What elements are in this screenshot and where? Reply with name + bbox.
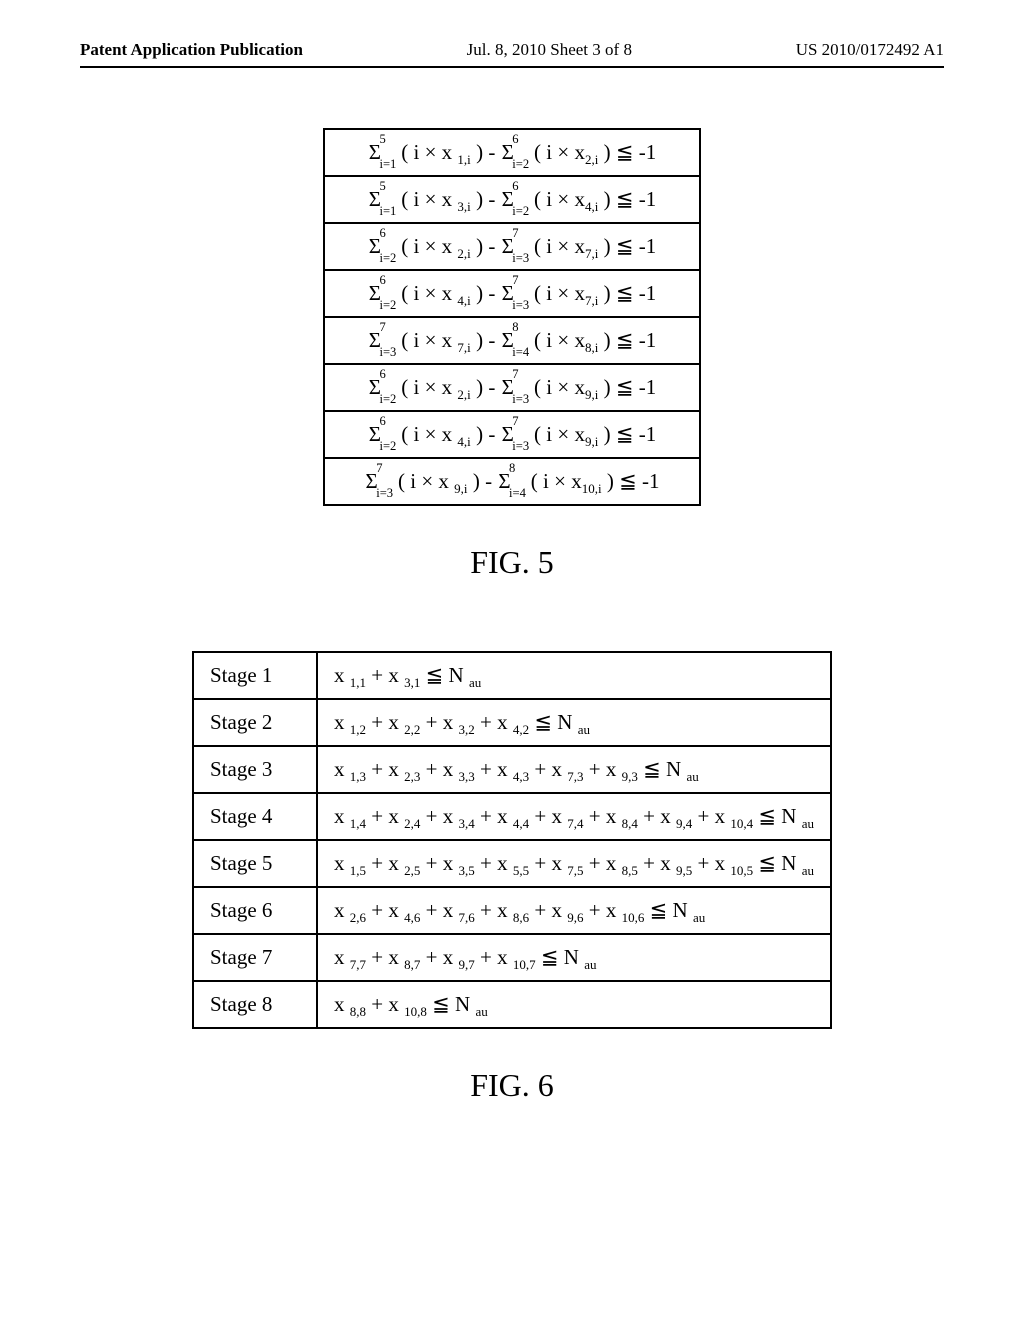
- figure-5: Σ5i=1 ( i × x 1,i ) - Σ6i=2 ( i × x2,i )…: [80, 128, 944, 581]
- table-row: Σ6i=2 ( i × x 4,i ) - Σ7i=3 ( i × x7,i )…: [324, 270, 701, 317]
- table-row: Σ7i=3 ( i × x 9,i ) - Σ8i=4 ( i × x10,i …: [324, 458, 701, 505]
- fig6-stage-label: Stage 8: [193, 981, 317, 1028]
- table-row: Σ6i=2 ( i × x 2,i ) - Σ7i=3 ( i × x7,i )…: [324, 223, 701, 270]
- fig5-cell: Σ6i=2 ( i × x 2,i ) - Σ7i=3 ( i × x7,i )…: [324, 223, 701, 270]
- page-header: Patent Application Publication Jul. 8, 2…: [80, 40, 944, 60]
- fig5-cell: Σ5i=1 ( i × x 3,i ) - Σ6i=2 ( i × x4,i )…: [324, 176, 701, 223]
- fig5-cell: Σ5i=1 ( i × x 1,i ) - Σ6i=2 ( i × x2,i )…: [324, 129, 701, 176]
- fig6-expr-cell: x 2,6 + x 4,6 + x 7,6 + x 8,6 + x 9,6 + …: [317, 887, 831, 934]
- fig6-stage-label: Stage 5: [193, 840, 317, 887]
- header-publication: Patent Application Publication: [80, 40, 303, 60]
- fig5-cell: Σ6i=2 ( i × x 2,i ) - Σ7i=3 ( i × x9,i )…: [324, 364, 701, 411]
- table-row: Stage 2x 1,2 + x 2,2 + x 3,2 + x 4,2 ≦ N…: [193, 699, 831, 746]
- fig6-expr-cell: x 1,4 + x 2,4 + x 3,4 + x 4,4 + x 7,4 + …: [317, 793, 831, 840]
- fig6-stage-label: Stage 4: [193, 793, 317, 840]
- fig6-caption: FIG. 6: [80, 1067, 944, 1104]
- figure-6: Stage 1x 1,1 + x 3,1 ≦ N auStage 2x 1,2 …: [80, 651, 944, 1104]
- fig5-cell: Σ6i=2 ( i × x 4,i ) - Σ7i=3 ( i × x9,i )…: [324, 411, 701, 458]
- header-date-sheet: Jul. 8, 2010 Sheet 3 of 8: [467, 40, 632, 60]
- fig6-expr-cell: x 1,2 + x 2,2 + x 3,2 + x 4,2 ≦ N au: [317, 699, 831, 746]
- table-row: Stage 7x 7,7 + x 8,7 + x 9,7 + x 10,7 ≦ …: [193, 934, 831, 981]
- table-row: Σ5i=1 ( i × x 3,i ) - Σ6i=2 ( i × x4,i )…: [324, 176, 701, 223]
- fig6-expr-cell: x 7,7 + x 8,7 + x 9,7 + x 10,7 ≦ N au: [317, 934, 831, 981]
- table-row: Σ6i=2 ( i × x 4,i ) - Σ7i=3 ( i × x9,i )…: [324, 411, 701, 458]
- fig6-stage-label: Stage 2: [193, 699, 317, 746]
- table-row: Σ7i=3 ( i × x 7,i ) - Σ8i=4 ( i × x8,i )…: [324, 317, 701, 364]
- fig6-expr-cell: x 8,8 + x 10,8 ≦ N au: [317, 981, 831, 1028]
- table-row: Stage 3x 1,3 + x 2,3 + x 3,3 + x 4,3 + x…: [193, 746, 831, 793]
- header-pub-number: US 2010/0172492 A1: [796, 40, 944, 60]
- table-row: Stage 4x 1,4 + x 2,4 + x 3,4 + x 4,4 + x…: [193, 793, 831, 840]
- fig6-stage-label: Stage 3: [193, 746, 317, 793]
- fig6-stage-label: Stage 1: [193, 652, 317, 699]
- fig6-expr-cell: x 1,1 + x 3,1 ≦ N au: [317, 652, 831, 699]
- table-row: Σ6i=2 ( i × x 2,i ) - Σ7i=3 ( i × x9,i )…: [324, 364, 701, 411]
- table-row: Stage 6x 2,6 + x 4,6 + x 7,6 + x 8,6 + x…: [193, 887, 831, 934]
- header-rule: [80, 66, 944, 68]
- fig6-table: Stage 1x 1,1 + x 3,1 ≦ N auStage 2x 1,2 …: [192, 651, 832, 1029]
- fig5-table: Σ5i=1 ( i × x 1,i ) - Σ6i=2 ( i × x2,i )…: [323, 128, 702, 506]
- fig5-caption: FIG. 5: [80, 544, 944, 581]
- fig6-stage-label: Stage 6: [193, 887, 317, 934]
- table-row: Stage 8x 8,8 + x 10,8 ≦ N au: [193, 981, 831, 1028]
- fig5-cell: Σ7i=3 ( i × x 9,i ) - Σ8i=4 ( i × x10,i …: [324, 458, 701, 505]
- fig6-stage-label: Stage 7: [193, 934, 317, 981]
- table-row: Stage 5x 1,5 + x 2,5 + x 3,5 + x 5,5 + x…: [193, 840, 831, 887]
- table-row: Σ5i=1 ( i × x 1,i ) - Σ6i=2 ( i × x2,i )…: [324, 129, 701, 176]
- fig5-cell: Σ7i=3 ( i × x 7,i ) - Σ8i=4 ( i × x8,i )…: [324, 317, 701, 364]
- fig6-expr-cell: x 1,5 + x 2,5 + x 3,5 + x 5,5 + x 7,5 + …: [317, 840, 831, 887]
- table-row: Stage 1x 1,1 + x 3,1 ≦ N au: [193, 652, 831, 699]
- fig5-cell: Σ6i=2 ( i × x 4,i ) - Σ7i=3 ( i × x7,i )…: [324, 270, 701, 317]
- fig6-expr-cell: x 1,3 + x 2,3 + x 3,3 + x 4,3 + x 7,3 + …: [317, 746, 831, 793]
